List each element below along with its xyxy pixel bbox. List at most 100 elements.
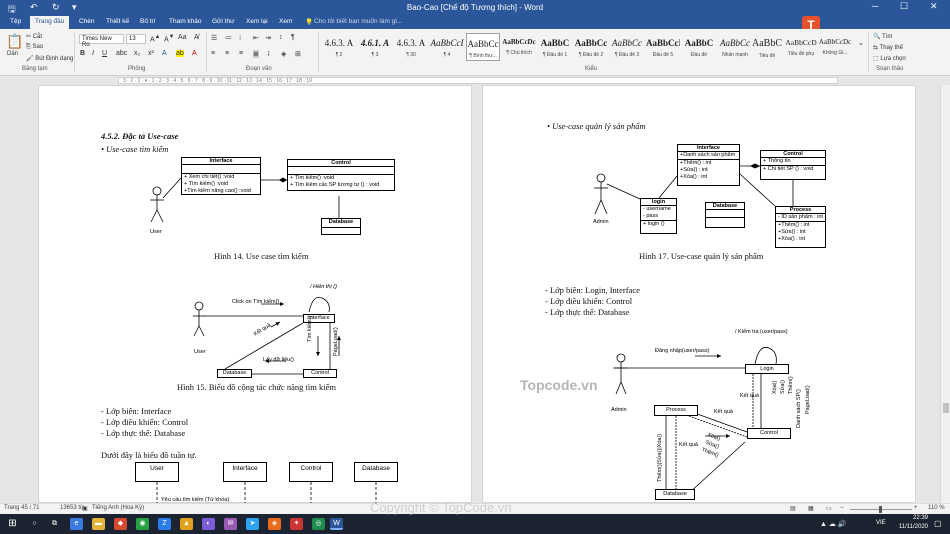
- edge-icon[interactable]: e: [70, 518, 83, 530]
- strikethrough-icon[interactable]: abc: [116, 50, 127, 57]
- telegram-icon[interactable]: ➤: [246, 518, 259, 530]
- page-right[interactable]: • Use-case quản lý sản phẩm Interface +D…: [482, 85, 916, 503]
- font-name-combo[interactable]: Times New Ro: [79, 34, 124, 48]
- highlight-icon[interactable]: ab: [176, 50, 184, 57]
- font-color-icon[interactable]: A: [192, 50, 197, 57]
- style-item[interactable]: 4.6.3. A ¶ 30: [394, 33, 428, 61]
- task-view-icon[interactable]: ⧉: [48, 518, 61, 530]
- notification-icon[interactable]: ▢: [934, 519, 942, 528]
- bold-icon[interactable]: B: [80, 50, 85, 57]
- sort-icon[interactable]: ↕: [279, 34, 283, 41]
- app-icon[interactable]: ◐: [202, 518, 215, 530]
- style-item[interactable]: AaBbCcDc Không Gi...: [818, 33, 852, 61]
- tab-references[interactable]: Tham khảo: [169, 18, 202, 25]
- tab-file[interactable]: Tệp: [10, 18, 21, 25]
- tab-insert[interactable]: Chèn: [79, 18, 95, 25]
- vertical-scrollbar[interactable]: [940, 85, 950, 503]
- chrome-icon[interactable]: ◉: [136, 518, 149, 530]
- zoom-slider-thumb[interactable]: [879, 506, 882, 513]
- style-item[interactable]: AaBbC Tiêu đề: [750, 33, 784, 61]
- start-icon[interactable]: ⊞: [6, 518, 19, 530]
- style-item[interactable]: AaBbC ¶ Đầu đề 1: [538, 33, 572, 61]
- increase-indent-icon[interactable]: ⇥: [265, 34, 271, 42]
- show-marks-icon[interactable]: ¶: [291, 34, 295, 41]
- tray-icons[interactable]: ▲ ☁ 🔊: [820, 520, 847, 528]
- search-icon[interactable]: ○: [28, 518, 41, 530]
- style-item[interactable]: AaBbCcI ¶ 4: [430, 33, 464, 61]
- paste-icon[interactable]: 📋: [6, 33, 23, 50]
- clock-date[interactable]: 11/11/2020: [892, 524, 928, 530]
- line-spacing-icon[interactable]: ↨: [267, 50, 271, 57]
- bullets-icon[interactable]: ☰: [211, 34, 217, 42]
- spellcheck-icon[interactable]: ▣: [82, 505, 88, 512]
- numbering-icon[interactable]: ≔: [225, 34, 232, 42]
- copy-button[interactable]: ⎘ Sao: [26, 44, 43, 51]
- app-icon[interactable]: ✦: [290, 518, 303, 530]
- app-icon[interactable]: ◈: [268, 518, 281, 530]
- italic-icon[interactable]: I: [92, 50, 94, 57]
- tab-design[interactable]: Thiết kế: [106, 18, 129, 25]
- align-center-icon[interactable]: ≡: [225, 50, 229, 57]
- zoom-in-icon[interactable]: +: [914, 505, 918, 511]
- tab-view[interactable]: Xem: [279, 18, 292, 25]
- decrease-indent-icon[interactable]: ⇤: [253, 34, 259, 42]
- tab-review[interactable]: Xem lại: [246, 18, 268, 25]
- style-item[interactable]: AaBbCc ¶ Đầu đề 2: [574, 33, 608, 61]
- tab-mailings[interactable]: Gửi thư: [212, 18, 234, 25]
- input-language[interactable]: VIE: [876, 520, 886, 526]
- format-painter-button[interactable]: 🖌 Bút Định dạng: [26, 55, 73, 62]
- print-layout-icon[interactable]: ▦: [808, 505, 814, 512]
- language-indicator[interactable]: Tiếng Anh (Hoa Kỳ): [92, 505, 144, 511]
- find-button[interactable]: 🔍 Tìm: [873, 33, 892, 40]
- change-case-icon[interactable]: Aa: [178, 34, 187, 41]
- app-icon[interactable]: ◎: [312, 518, 325, 530]
- underline-icon[interactable]: U: [102, 50, 107, 57]
- tab-home[interactable]: Trang đầu: [30, 16, 70, 29]
- zoom-level[interactable]: 110 %: [928, 505, 945, 511]
- clear-format-icon[interactable]: A̸: [194, 34, 199, 41]
- maximize-icon[interactable]: ☐: [900, 1, 908, 12]
- messenger-icon[interactable]: ✉: [224, 518, 237, 530]
- style-item[interactable]: AaBbCc ¶ Đầu đề 3: [610, 33, 644, 61]
- app-icon[interactable]: ▲: [180, 518, 193, 530]
- text-effects-icon[interactable]: A: [162, 50, 167, 57]
- shrink-font-icon[interactable]: A▼: [164, 34, 174, 43]
- file-explorer-icon[interactable]: ▬: [92, 518, 105, 530]
- borders-icon[interactable]: ⊞: [295, 50, 301, 58]
- tab-layout[interactable]: Bố trí: [140, 18, 156, 25]
- page-left[interactable]: 4.5.2. Đặc tả Use-case • Use-case tìm ki…: [38, 85, 472, 503]
- select-button[interactable]: ⬚ Lựa chọn: [873, 55, 906, 62]
- style-item[interactable]: AaBbCcD Tiêu đề phụ: [784, 33, 818, 61]
- font-size-combo[interactable]: 13: [126, 34, 146, 44]
- align-right-icon[interactable]: ≡: [239, 50, 243, 57]
- web-layout-icon[interactable]: ▭: [826, 505, 832, 512]
- horizontal-ruler[interactable]: 3 · 2 · 1 · ▾ · 1 · 2 · 3 · 4 · 5 · 6 · …: [0, 76, 950, 85]
- tell-me-box[interactable]: Cho tôi biết bạn muốn làm gì...: [314, 18, 403, 25]
- style-item[interactable]: AaBbCcI Đầu đề 5: [646, 33, 680, 61]
- superscript-icon[interactable]: x²: [148, 50, 154, 57]
- style-item[interactable]: AaBbCc Nhấn mạnh: [718, 33, 752, 61]
- grow-font-icon[interactable]: A▲: [150, 34, 160, 43]
- replace-button[interactable]: ⇆ Thay thế: [873, 44, 903, 51]
- subscript-icon[interactable]: x₂: [134, 50, 140, 57]
- zoom-out-icon[interactable]: −: [840, 505, 844, 511]
- style-item[interactable]: AaBbCcDc ¶ Chú thích: [502, 33, 536, 61]
- multilevel-list-icon[interactable]: ⁝: [239, 34, 241, 42]
- app-icon[interactable]: ◆: [114, 518, 127, 530]
- align-left-icon[interactable]: ≡: [211, 50, 215, 57]
- minimize-icon[interactable]: ─: [872, 1, 878, 11]
- shading-icon[interactable]: ◈: [281, 50, 286, 58]
- style-item[interactable]: 4.6.3. A ¶ 2: [322, 33, 356, 61]
- style-item[interactable]: AaBbC Đầu đề: [682, 33, 716, 61]
- document-canvas[interactable]: 4.5.2. Đặc tả Use-case • Use-case tìm ki…: [0, 85, 940, 503]
- clock-time[interactable]: 22:39: [898, 515, 928, 521]
- style-item[interactable]: 4.6.1. A ¶ 3: [358, 33, 392, 61]
- page-indicator[interactable]: Trang 45 / 71: [4, 505, 39, 511]
- read-mode-icon[interactable]: ▤: [790, 505, 796, 512]
- word-taskbar-icon[interactable]: W: [330, 518, 343, 530]
- paste-button[interactable]: Dán: [7, 51, 18, 57]
- cut-button[interactable]: ✂ Cắt: [26, 33, 42, 40]
- style-item-selected[interactable]: AaBbCc ¶ Bình thư...: [466, 33, 500, 61]
- styles-more-icon[interactable]: ⌄: [858, 39, 864, 47]
- close-icon[interactable]: ✕: [930, 1, 938, 12]
